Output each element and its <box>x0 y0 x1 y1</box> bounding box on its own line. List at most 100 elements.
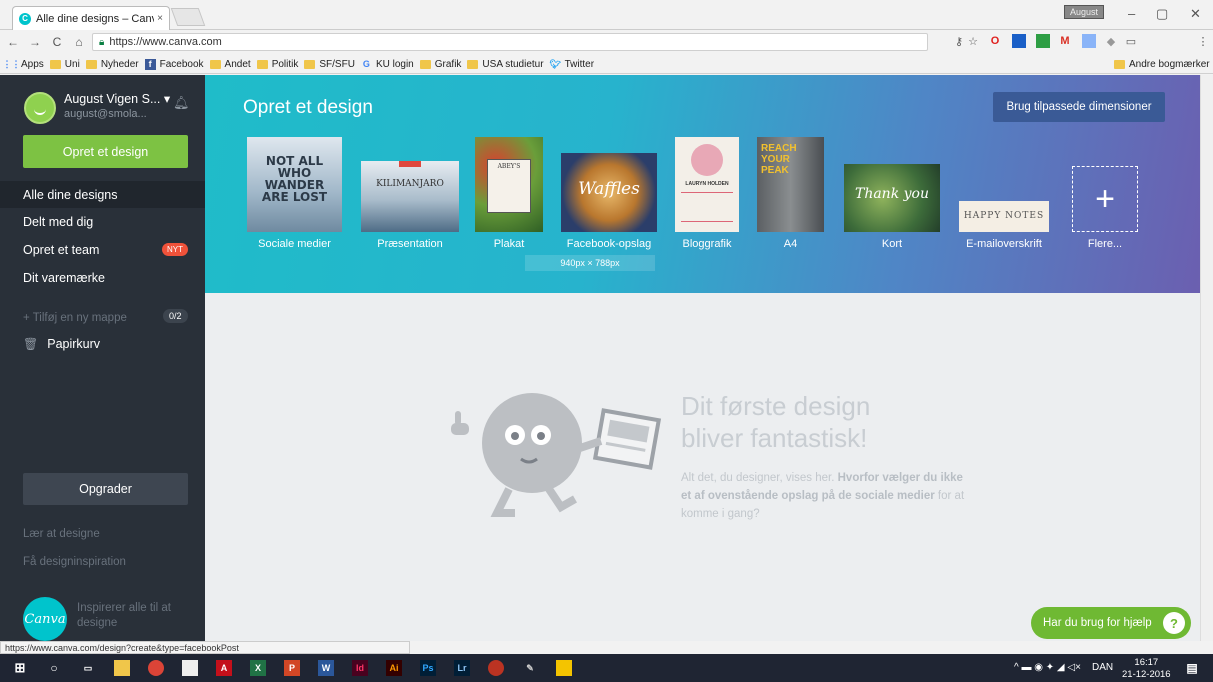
address-bar[interactable]: 🔒︎ https://www.canva.com <box>92 33 928 51</box>
template-label[interactable]: Præsentation <box>361 238 459 250</box>
clock[interactable]: 16:17 21-12-2016 <box>1122 657 1171 681</box>
learn-design-link[interactable]: Lær at designe <box>23 528 100 540</box>
sidebar-item-label: Papirkurv <box>47 337 101 351</box>
bookmark-other[interactable]: Andre bogmærker <box>1114 59 1210 70</box>
chrome-icon[interactable] <box>148 660 164 676</box>
thumb-text: HAPPY NOTES <box>963 211 1045 221</box>
template-thumb-email[interactable]: HAPPY NOTES <box>959 201 1049 232</box>
lightroom-icon[interactable]: Lr <box>454 660 470 676</box>
windows-start-icon[interactable]: ⊞ <box>12 660 28 676</box>
help-label: Har du brug for hjælp <box>1043 617 1152 629</box>
add-folder-link[interactable]: + Tilføj en ny mappe <box>23 312 127 324</box>
bookmark-item[interactable]: G KU login <box>361 59 414 70</box>
bookmark-item[interactable]: Andet <box>209 59 251 70</box>
tab-close-icon[interactable]: × <box>157 13 163 24</box>
template-thumb-facebook[interactable]: Waffles <box>561 153 657 232</box>
new-badge: NYT <box>162 243 188 256</box>
indesign-icon[interactable]: Id <box>352 660 368 676</box>
more-templates-button[interactable]: + <box>1072 166 1138 232</box>
sidebar-item-trash[interactable]: 🗑︎ Papirkurv <box>23 337 100 351</box>
template-thumb-card[interactable]: Thank you <box>844 164 940 232</box>
template-label[interactable]: Bloggrafik <box>675 238 739 250</box>
search-icon[interactable]: ○ <box>46 660 62 676</box>
forward-icon[interactable]: → <box>26 35 44 49</box>
photoshop-icon[interactable]: Ps <box>420 660 436 676</box>
template-label[interactable]: Sociale medier <box>247 238 342 250</box>
blog-lines-shape <box>681 192 733 222</box>
bookmark-item[interactable]: Grafik <box>419 59 461 70</box>
sidebar-item-all-designs[interactable]: Alle dine designs <box>0 181 205 208</box>
gmail-icon[interactable]: M <box>1058 34 1072 48</box>
notification-icon[interactable]: ▤ <box>1184 660 1200 676</box>
avatar[interactable] <box>24 92 56 124</box>
app-yellow-icon[interactable] <box>556 660 572 676</box>
template-thumb-blog[interactable]: LAURYN HOLDEN <box>675 137 739 232</box>
create-design-button[interactable]: Opret et design <box>23 135 188 168</box>
app-tool-icon[interactable]: ✎ <box>522 660 538 676</box>
illustrator-icon[interactable]: Ai <box>386 660 402 676</box>
back-icon[interactable]: ← <box>4 35 22 49</box>
more-label[interactable]: Flere... <box>1072 238 1138 250</box>
profile-chip[interactable]: August <box>1064 5 1104 19</box>
reload-icon[interactable]: C <box>48 35 66 49</box>
bookmark-label: KU login <box>375 58 414 70</box>
word-icon[interactable]: W <box>318 660 334 676</box>
close-window-icon[interactable]: ✕ <box>1190 6 1201 22</box>
bookmark-item[interactable]: USA studietur <box>467 59 544 70</box>
bookmark-item[interactable]: Politik <box>256 59 298 70</box>
home-icon[interactable]: ⌂ <box>70 35 88 49</box>
help-button[interactable]: Har du brug for hjælp? <box>1031 607 1191 639</box>
bookmark-item[interactable]: Nyheder <box>85 59 139 70</box>
key-icon[interactable]: ⚷ <box>952 34 966 48</box>
thumb-text: Thank you <box>854 186 929 202</box>
file-explorer-icon[interactable] <box>114 660 130 676</box>
bookmark-item[interactable]: 🐦︎ Twitter <box>549 59 594 70</box>
app-red-icon[interactable] <box>488 660 504 676</box>
upgrade-button[interactable]: Opgrader <box>23 473 188 505</box>
star-icon[interactable]: ☆ <box>966 34 980 48</box>
bookmark-item[interactable]: Uni <box>49 59 80 70</box>
powerpoint-icon[interactable]: P <box>284 660 300 676</box>
template-thumb-social[interactable]: NOT ALL WHO WANDER ARE LOST <box>247 137 342 232</box>
extension-doc-icon[interactable] <box>1082 34 1096 48</box>
tray-language[interactable]: DAN <box>1092 662 1113 673</box>
template-thumb-a4[interactable]: REACH YOUR PEAK <box>757 137 824 232</box>
extension-blue-icon[interactable] <box>1012 34 1026 48</box>
thumb-text: ABEY'S <box>497 163 521 170</box>
cast-icon[interactable]: ▭ <box>1124 34 1138 48</box>
tray-icons[interactable]: ^ ▬ ◉ ✦ ◢ ◁× <box>1014 662 1081 673</box>
menu-icon[interactable]: ⋮ <box>1196 34 1210 48</box>
new-tab-button[interactable] <box>170 8 206 26</box>
page-scrollbar[interactable] <box>1200 75 1213 641</box>
bookmark-item[interactable]: SF/SFU <box>304 59 355 70</box>
extension-green-icon[interactable] <box>1036 34 1050 48</box>
extension-grey-icon[interactable]: ◆ <box>1104 34 1118 48</box>
task-view-icon[interactable]: ▭ <box>80 660 96 676</box>
minimize-icon[interactable]: – <box>1128 6 1135 21</box>
sidebar-item-brand[interactable]: Dit varemærke <box>0 264 205 291</box>
bookmark-item[interactable]: f Facebook <box>144 58 204 70</box>
template-label[interactable]: Kort <box>844 238 940 250</box>
template-label[interactable]: A4 <box>757 238 824 250</box>
template-thumb-poster[interactable]: ABEY'S <box>475 137 543 232</box>
sidebar-item-team[interactable]: Opret et team NYT <box>0 236 205 263</box>
bookmark-apps[interactable]: ⋮⋮ Apps <box>3 59 44 70</box>
template-label[interactable]: E-mailoverskrift <box>953 238 1055 250</box>
design-inspiration-link[interactable]: Få designinspiration <box>23 556 126 568</box>
opera-icon[interactable]: O <box>988 34 1002 48</box>
maximize-icon[interactable]: ▢ <box>1156 6 1168 22</box>
acrobat-icon[interactable]: A <box>216 660 232 676</box>
sidebar-item-shared[interactable]: Delt med dig <box>0 208 205 235</box>
thumb-text: Waffles <box>578 179 640 199</box>
template-thumb-presentation[interactable]: KILIMANJARO <box>361 161 459 232</box>
clock-time: 16:17 <box>1134 657 1159 668</box>
browser-tab[interactable]: C Alle dine designs – Canv × <box>12 6 170 30</box>
notepad-icon[interactable] <box>182 660 198 676</box>
excel-icon[interactable]: X <box>250 660 266 676</box>
template-label[interactable]: Plakat <box>475 238 543 250</box>
custom-dimensions-button[interactable]: Brug tilpassede dimensioner <box>993 92 1165 122</box>
template-label[interactable]: Facebook-opslag <box>561 238 657 250</box>
folder-icon <box>209 59 221 69</box>
user-name[interactable]: August Vigen S... ▾ <box>64 91 170 106</box>
bell-icon[interactable]: 🔔︎ <box>173 95 190 110</box>
